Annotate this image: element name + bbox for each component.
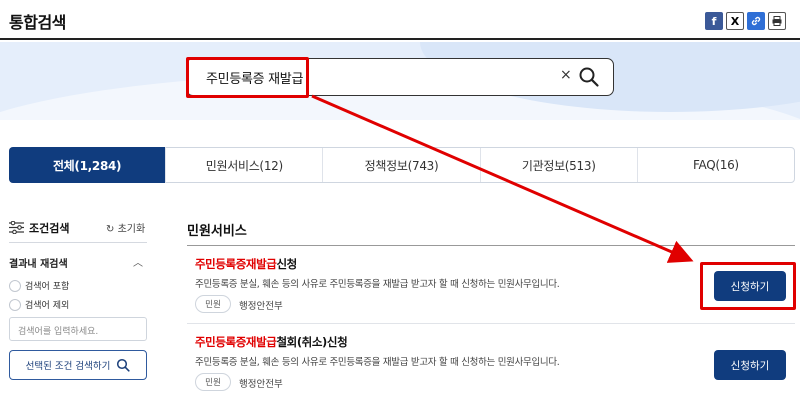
- option-exclude[interactable]: 검색어 제외: [9, 298, 69, 311]
- apply-button-highlight: [700, 262, 796, 310]
- refresh-icon: ↻: [106, 224, 118, 235]
- apply-button[interactable]: 신청하기: [714, 350, 786, 380]
- filter-icon: [9, 221, 24, 234]
- refine-search-title: 결과내 재검색: [9, 259, 68, 270]
- apply-filter-label: 선택된 조건 검색하기: [25, 361, 111, 372]
- print-icon[interactable]: [768, 12, 786, 30]
- divider: [9, 242, 147, 243]
- option-label: 검색어 제외: [25, 301, 70, 311]
- result-description: 주민등록증 분실, 훼손 등의 사유로 주민등록증을 재발급 받고자 할 때 신…: [195, 357, 560, 368]
- result-title-highlight: 주민등록증재발급: [195, 257, 277, 271]
- section-title: 민원서비스: [187, 224, 247, 239]
- search-icon: [117, 358, 130, 372]
- category-tag: 민원: [195, 295, 231, 313]
- share-toolbar: f X: [705, 12, 786, 30]
- category-tag: 민원: [195, 373, 231, 391]
- tab-all[interactable]: 전체(1,284): [9, 147, 167, 183]
- x-icon[interactable]: X: [726, 12, 744, 30]
- result-title[interactable]: 주민등록증재발급철회(취소)신청: [195, 334, 348, 350]
- agency-name: 행정안전부: [239, 379, 283, 390]
- search-icon[interactable]: [578, 66, 600, 88]
- chevron-up-icon[interactable]: ︿: [133, 254, 143, 269]
- page-header: 통합검색 f X: [0, 0, 800, 40]
- radio-button[interactable]: [9, 298, 21, 311]
- tab-faq[interactable]: FAQ(16): [638, 148, 794, 182]
- page-title: 통합검색: [9, 13, 66, 32]
- tab-civil-service[interactable]: 민원서비스(12): [166, 148, 324, 182]
- refine-search-input[interactable]: 검색어를 입력하세요.: [9, 317, 147, 341]
- reset-button[interactable]: ↻ 초기화: [106, 220, 145, 235]
- tab-policy[interactable]: 정책정보(743): [323, 148, 481, 182]
- result-title[interactable]: 주민등록증재발급신청: [195, 256, 297, 272]
- radio-button[interactable]: [9, 279, 21, 292]
- option-label: 검색어 포함: [25, 282, 70, 292]
- result-title-highlight: 주민등록증재발급: [195, 335, 277, 349]
- filter-title: 조건검색: [29, 222, 70, 235]
- search-query-highlight: [186, 57, 309, 98]
- result-title-rest: 신청: [276, 257, 297, 271]
- result-tabs: 전체(1,284) 민원서비스(12) 정책정보(743) 기관정보(513) …: [9, 147, 795, 183]
- agency-name: 행정안전부: [239, 301, 283, 312]
- divider: [187, 245, 795, 246]
- option-include[interactable]: 검색어 포함: [9, 279, 69, 292]
- result-description: 주민등록증 분실, 훼손 등의 사유로 주민등록증을 재발급 받고자 할 때 신…: [195, 279, 560, 290]
- link-icon[interactable]: [747, 12, 765, 30]
- clear-icon[interactable]: ×: [560, 67, 572, 83]
- divider: [187, 323, 795, 324]
- facebook-icon[interactable]: f: [705, 12, 723, 30]
- result-title-rest: 철회(취소)신청: [276, 335, 348, 349]
- apply-filter-button[interactable]: 선택된 조건 검색하기: [9, 350, 147, 380]
- tab-agency[interactable]: 기관정보(513): [481, 148, 638, 182]
- reset-label: 초기화: [117, 224, 146, 235]
- filter-header: 조건검색 ↻ 초기화: [9, 220, 147, 236]
